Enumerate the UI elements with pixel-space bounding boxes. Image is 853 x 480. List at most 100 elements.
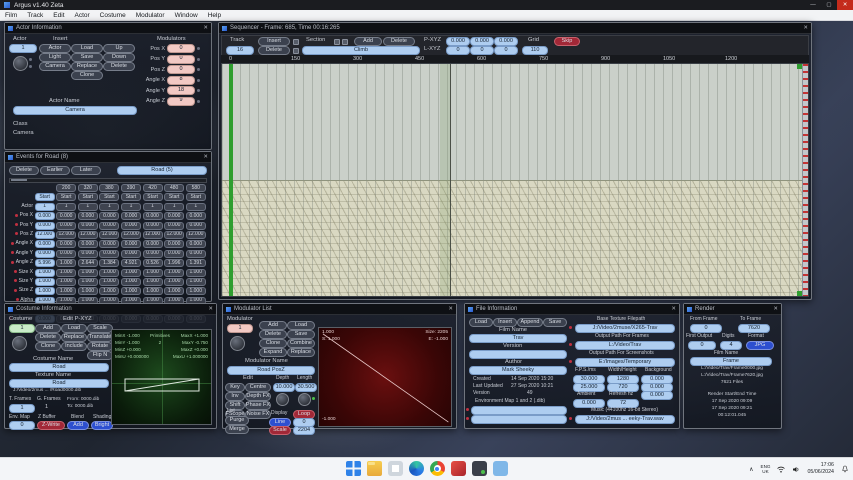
event-value-cell[interactable]: 1.000	[121, 287, 141, 295]
event-frame-header[interactable]: 420	[143, 184, 163, 192]
modulator-number-field[interactable]: 1	[227, 324, 253, 333]
event-value-cell[interactable]: 1.000	[121, 269, 141, 277]
event-value-cell[interactable]: 12.000	[164, 231, 184, 239]
event-frame-header[interactable]: 200	[56, 184, 76, 192]
wifi-icon[interactable]	[777, 466, 785, 473]
clone-button[interactable]: Clone	[71, 71, 103, 80]
event-value-cell[interactable]: 12.000	[121, 231, 141, 239]
add-section-button[interactable]: Add	[354, 37, 382, 46]
modulator-nub[interactable]	[197, 47, 200, 50]
actor-titlebar[interactable]: Actor Information ✕	[5, 23, 211, 34]
taskbar-icon-app-dark[interactable]	[472, 461, 487, 476]
taskbar-icon-app-red[interactable]	[451, 461, 466, 476]
key-button[interactable]: Key	[225, 383, 245, 392]
append-button[interactable]: Append	[517, 318, 543, 327]
event-value-cell[interactable]: 1.000	[164, 278, 184, 286]
blend-add-button[interactable]: Add	[67, 421, 89, 430]
modulator-nub[interactable]	[197, 58, 200, 61]
menu-window[interactable]: Window	[170, 12, 203, 19]
event-value-cell[interactable]: 0.000	[35, 222, 55, 230]
event-value-cell[interactable]: 1.000	[143, 278, 163, 286]
event-value-cell[interactable]: 0.000	[164, 250, 184, 258]
close-icon[interactable]: ✕	[803, 25, 808, 31]
rotate-button[interactable]: Rotate	[87, 342, 113, 351]
menu-modulator[interactable]: Modulator	[131, 12, 170, 19]
event-start-button[interactable]: Start	[78, 193, 98, 201]
event-value-cell[interactable]: 1.391	[186, 259, 206, 267]
record-dot[interactable]	[16, 298, 19, 301]
event-value-cell[interactable]: 0.000	[186, 250, 206, 258]
event-value-cell[interactable]: 1.000	[186, 287, 206, 295]
event-value-cell[interactable]: 0.000	[56, 222, 76, 230]
event-value-cell[interactable]: 1.000	[99, 278, 119, 286]
skip-button[interactable]: Skip	[554, 37, 580, 46]
record-dot[interactable]	[14, 289, 17, 292]
length-knob[interactable]	[298, 393, 311, 406]
depth-fx-button[interactable]: Depth FX	[245, 392, 271, 401]
event-value-cell[interactable]: 0.000	[164, 212, 184, 220]
volume-icon[interactable]	[792, 466, 800, 473]
delete-costume-button[interactable]: Delete	[35, 333, 61, 342]
event-value-cell[interactable]: 0.000	[99, 250, 119, 258]
replace-button[interactable]: Replace	[71, 62, 103, 71]
scale-field[interactable]: 2204	[293, 426, 315, 435]
taskbar-icon-edge[interactable]	[409, 461, 424, 476]
event-value-cell[interactable]: 1.000	[99, 287, 119, 295]
actor-decrement-nub[interactable]	[29, 65, 32, 68]
later-button[interactable]: Later	[71, 166, 101, 175]
down-button[interactable]: Down	[103, 53, 135, 62]
costume-number-field[interactable]: 1	[9, 324, 35, 333]
modulator-value-field[interactable]: 8	[167, 76, 195, 85]
depth-field[interactable]: 10.000	[273, 383, 295, 392]
section-name-field[interactable]: Climb	[302, 46, 420, 55]
events-scrollbar[interactable]	[9, 178, 207, 183]
modulator-value-field[interactable]: 18	[167, 86, 195, 95]
menu-edit[interactable]: Edit	[48, 12, 69, 19]
load-costume-button[interactable]: Load	[61, 324, 87, 333]
event-start-button[interactable]: Start	[164, 193, 184, 201]
event-value-cell[interactable]: 0.000	[186, 240, 206, 248]
event-value-cell[interactable]: 1.000	[78, 269, 98, 277]
add-modulator-button[interactable]: Add	[259, 321, 287, 330]
event-value-cell[interactable]: 1.000	[56, 287, 76, 295]
frames-path-field[interactable]: L:/Video/Trav	[575, 341, 675, 350]
scrollbar-thumb[interactable]	[11, 179, 27, 181]
event-value-cell[interactable]: 0.000	[164, 240, 184, 248]
film-name-field[interactable]: Trav	[469, 334, 567, 343]
event-start-button[interactable]: Start	[99, 193, 119, 201]
event-value-cell[interactable]: 0.000	[35, 240, 55, 248]
event-start-button[interactable]: Start	[56, 193, 76, 201]
combine-button[interactable]: Combine	[287, 339, 315, 348]
event-value-cell[interactable]: 12.000	[186, 231, 206, 239]
taskbar-icon-file-explorer[interactable]	[367, 461, 382, 476]
taskbar-icon-app-grey[interactable]	[388, 461, 403, 476]
save-modulator-button[interactable]: Save	[287, 330, 315, 339]
modulator-nub[interactable]	[197, 79, 200, 82]
event-value-cell[interactable]: 0.000	[121, 240, 141, 248]
menu-help[interactable]: Help	[203, 12, 226, 19]
lxyz-x-field[interactable]: 0	[446, 46, 470, 55]
event-value-cell[interactable]: 1	[99, 203, 119, 211]
replace-costume-button[interactable]: Replace	[61, 333, 87, 342]
close-icon[interactable]: ✕	[671, 306, 676, 312]
event-value-cell[interactable]: 1.996	[164, 259, 184, 267]
pxyz-x-field[interactable]: 0.000	[446, 37, 470, 46]
version-field[interactable]	[469, 350, 567, 359]
tray-chevron-icon[interactable]: ∧	[749, 466, 753, 473]
menu-film[interactable]: Film	[0, 12, 22, 19]
event-value-cell[interactable]: 1.000	[186, 269, 206, 277]
actor-knob[interactable]	[13, 56, 28, 71]
centre-button[interactable]: Centre	[245, 383, 271, 392]
close-icon[interactable]: ✕	[203, 25, 208, 31]
event-value-cell[interactable]: 0.000	[99, 240, 119, 248]
close-icon[interactable]: ✕	[448, 306, 453, 312]
pxyz-y-field[interactable]: 0.000	[470, 37, 494, 46]
event-value-cell[interactable]: 12.000	[35, 231, 55, 239]
actor-button[interactable]: Actor	[39, 44, 71, 53]
actor-increment-nub[interactable]	[29, 58, 32, 61]
event-value-cell[interactable]: 1.000	[143, 287, 163, 295]
event-value-cell[interactable]: 0.000	[121, 222, 141, 230]
record-dot[interactable]	[14, 279, 17, 282]
event-value-cell[interactable]: 1.000	[56, 269, 76, 277]
modulator-knob[interactable]	[230, 336, 245, 351]
